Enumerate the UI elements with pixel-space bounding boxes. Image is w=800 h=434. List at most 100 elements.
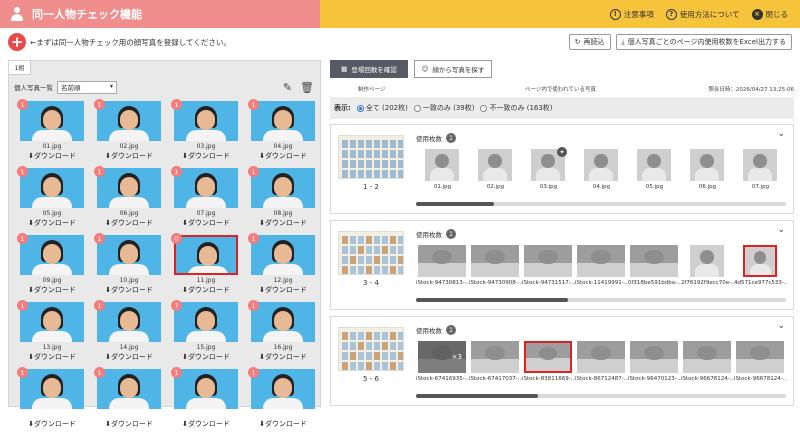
scrollbar-thumb[interactable]: [416, 202, 494, 206]
used-photo[interactable]: 4d571ce977c533-...: [734, 245, 787, 291]
photo-card[interactable]: 1 05.jpg ⬇ダウンロード: [17, 166, 87, 233]
download-link[interactable]: ⬇ダウンロード: [17, 352, 87, 362]
download-link[interactable]: ⬇ダウンロード: [171, 352, 241, 362]
student-photo[interactable]: [20, 302, 84, 342]
pin-icon[interactable]: ✦: [557, 147, 567, 157]
add-face-photo-button[interactable]: +: [8, 33, 26, 51]
student-photo[interactable]: [174, 168, 238, 208]
pencil-icon[interactable]: ✎: [283, 81, 292, 94]
download-link[interactable]: ⬇ダウンロード: [17, 285, 87, 295]
used-photo[interactable]: ×3 iStock-67416935-...: [416, 341, 469, 387]
student-photo[interactable]: [20, 369, 84, 409]
download-link[interactable]: ⬇ダウンロード: [248, 352, 318, 362]
filter-match-only[interactable]: 一致のみ (39枚): [413, 103, 474, 113]
download-link[interactable]: ⬇ダウンロード: [248, 218, 318, 228]
photo-card[interactable]: 1 ⬇ダウンロード: [248, 367, 318, 434]
student-photo[interactable]: [97, 101, 161, 141]
used-photo[interactable]: iStock-11419991-...: [575, 245, 628, 291]
download-link[interactable]: ⬇ダウンロード: [171, 218, 241, 228]
download-link[interactable]: ⬇ダウンロード: [17, 419, 87, 429]
download-link[interactable]: ⬇ダウンロード: [94, 285, 164, 295]
used-photo[interactable]: iStock-67417037-...: [469, 341, 522, 387]
reload-button[interactable]: ↻ 再読込: [568, 34, 611, 50]
used-photo[interactable]: 01.jpg: [416, 149, 469, 195]
download-link[interactable]: ⬇ダウンロード: [94, 352, 164, 362]
used-photo[interactable]: iStock-96678124-...: [681, 341, 734, 387]
chevron-down-icon[interactable]: ⌄: [777, 129, 785, 139]
filter-mismatch-only[interactable]: 不一致のみ (163枚): [480, 103, 553, 113]
tab-appearance-count[interactable]: ▦ 登場回数を確認: [330, 60, 408, 78]
photo-card[interactable]: 1 02.jpg ⬇ダウンロード: [94, 99, 164, 166]
used-photo[interactable]: 07.jpg: [734, 149, 787, 195]
photo-card[interactable]: 0 11.jpg ⬇ダウンロード: [171, 233, 241, 300]
sort-select[interactable]: 名前順 ▾: [57, 80, 117, 94]
student-photo[interactable]: [174, 235, 238, 275]
scrollbar-thumb[interactable]: [416, 394, 539, 398]
student-photo[interactable]: [251, 369, 315, 409]
download-link[interactable]: ⬇ダウンロード: [171, 151, 241, 161]
download-link[interactable]: ⬇ダウンロード: [94, 419, 164, 429]
photo-card[interactable]: 1 10.jpg ⬇ダウンロード: [94, 233, 164, 300]
student-photo[interactable]: [251, 302, 315, 342]
photo-card[interactable]: 1 06.jpg ⬇ダウンロード: [94, 166, 164, 233]
download-link[interactable]: ⬇ダウンロード: [248, 419, 318, 429]
photo-card[interactable]: 1 08.jpg ⬇ダウンロード: [248, 166, 318, 233]
download-link[interactable]: ⬇ダウンロード: [171, 419, 241, 429]
used-photo[interactable]: iStock-86712487-...: [575, 341, 628, 387]
used-photo[interactable]: 2f76192f9ecc70e-...: [681, 245, 734, 291]
download-link[interactable]: ⬇ダウンロード: [248, 285, 318, 295]
filter-all[interactable]: 全て (202枚): [356, 103, 408, 113]
download-link[interactable]: ⬇ダウンロード: [17, 151, 87, 161]
used-photo[interactable]: 04.jpg: [575, 149, 628, 195]
excel-export-button[interactable]: ⤓ 個人写真ごとのページ内使用枚数をExcel出力する: [615, 34, 792, 50]
photo-card[interactable]: 1 13.jpg ⬇ダウンロード: [17, 300, 87, 367]
trash-icon[interactable]: 🗑: [300, 81, 314, 94]
download-link[interactable]: ⬇ダウンロード: [171, 285, 241, 295]
photo-card[interactable]: 1 01.jpg ⬇ダウンロード: [17, 99, 87, 166]
close-button[interactable]: × 閉じる: [751, 8, 788, 20]
photo-card[interactable]: 1 09.jpg ⬇ダウンロード: [17, 233, 87, 300]
student-photo[interactable]: [251, 235, 315, 275]
horizontal-scrollbar[interactable]: [416, 394, 786, 398]
student-photo[interactable]: [251, 101, 315, 141]
used-photo[interactable]: ✦ 03.jpg: [522, 147, 575, 195]
student-photo[interactable]: [97, 302, 161, 342]
used-photo[interactable]: 02.jpg: [469, 149, 522, 195]
student-photo[interactable]: [97, 235, 161, 275]
horizontal-scrollbar[interactable]: [416, 202, 786, 206]
photo-card[interactable]: 1 16.jpg ⬇ダウンロード: [248, 300, 318, 367]
photo-card[interactable]: 1 07.jpg ⬇ダウンロード: [171, 166, 241, 233]
download-link[interactable]: ⬇ダウンロード: [94, 218, 164, 228]
used-photo[interactable]: 06.jpg: [681, 149, 734, 195]
student-photo[interactable]: [20, 168, 84, 208]
used-photo[interactable]: iStock-94730813-...: [416, 245, 469, 291]
used-photo[interactable]: iStock-96470123-...: [628, 341, 681, 387]
student-photo[interactable]: [20, 101, 84, 141]
used-photo[interactable]: 05.jpg: [628, 149, 681, 195]
download-link[interactable]: ⬇ダウンロード: [248, 151, 318, 161]
chevron-down-icon[interactable]: ⌄: [777, 225, 785, 235]
student-photo[interactable]: [20, 235, 84, 275]
student-photo[interactable]: [174, 101, 238, 141]
photo-card[interactable]: 1 ⬇ダウンロード: [17, 367, 87, 434]
class-tab[interactable]: 1組: [9, 61, 31, 75]
student-photo[interactable]: [251, 168, 315, 208]
photo-card[interactable]: 7 15.jpg ⬇ダウンロード: [171, 300, 241, 367]
photo-card[interactable]: 1 ⬇ダウンロード: [94, 367, 164, 434]
student-photo[interactable]: [174, 302, 238, 342]
photo-card[interactable]: 1 03.jpg ⬇ダウンロード: [171, 99, 241, 166]
horizontal-scrollbar[interactable]: [416, 298, 786, 302]
scrollbar-thumb[interactable]: [416, 298, 568, 302]
spread-thumbnail[interactable]: [338, 231, 404, 275]
photo-card[interactable]: 1 ⬇ダウンロード: [171, 367, 241, 434]
chevron-down-icon[interactable]: ⌄: [777, 321, 785, 331]
used-photo[interactable]: iStock-96678124-...: [734, 341, 787, 387]
used-photo[interactable]: 0f318be591bdba-...: [628, 245, 681, 291]
used-photo[interactable]: iStock-83811669-...: [522, 341, 575, 387]
student-photo[interactable]: [97, 168, 161, 208]
download-link[interactable]: ⬇ダウンロード: [17, 218, 87, 228]
used-photo[interactable]: iStock-94730908-...: [469, 245, 522, 291]
student-photo[interactable]: [174, 369, 238, 409]
student-photo[interactable]: [97, 369, 161, 409]
photo-card[interactable]: 1 14.jpg ⬇ダウンロード: [94, 300, 164, 367]
